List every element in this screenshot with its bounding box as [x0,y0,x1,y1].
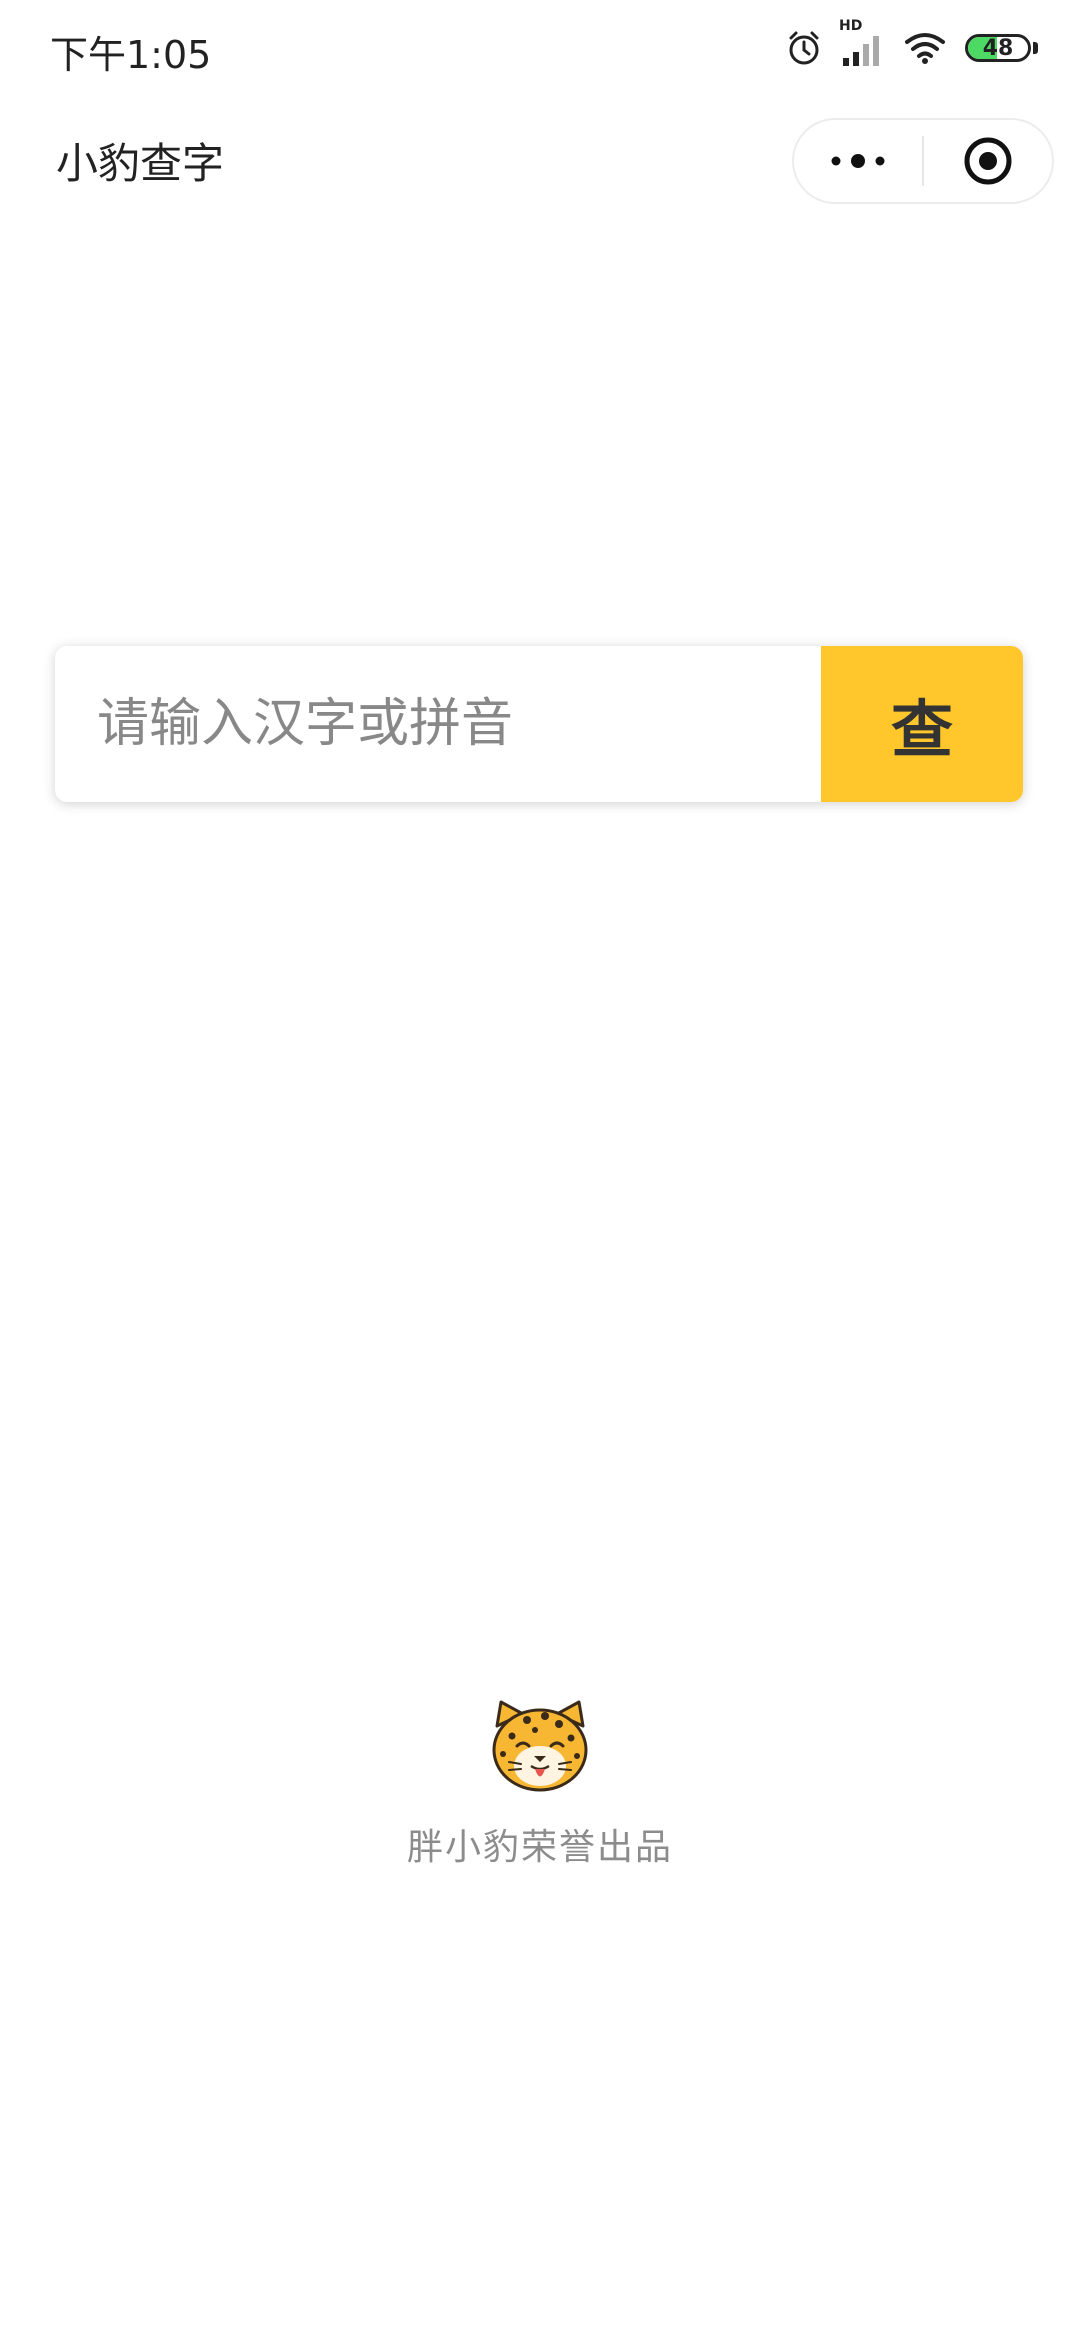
status-time: 下午1:05 [50,33,212,77]
status-icons: HD 48 [785,18,1038,68]
more-icon [830,151,886,171]
status-bar: 下午1:05 HD 48 [0,0,1080,100]
battery-text: 48 [982,36,1014,61]
screen: 下午1:05 HD 48 小豹查字 请输入汉字或拼音 查 胖小豹荣誉出品 [0,0,1080,2340]
battery-icon: 48 [965,34,1038,62]
battery-body: 48 [965,34,1031,62]
close-miniprogram-button[interactable] [924,120,1052,202]
miniprogram-capsule [792,118,1054,204]
wifi-icon [903,30,947,66]
network-type-label: HD [839,18,863,34]
search-button[interactable]: 查 [821,646,1023,802]
signal-icon: HD [839,18,885,68]
more-button[interactable] [794,120,922,202]
nav-bar: 小豹查字 [0,100,1080,220]
search-box: 查 [55,646,1023,802]
footer-credit: 胖小豹荣誉出品 [406,1827,673,1868]
close-miniprogram-icon [963,136,1013,186]
alarm-icon [785,29,823,67]
page-title: 小豹查字 [56,139,225,188]
battery-tip [1033,42,1038,54]
leopard-mascot-icon [487,1696,593,1796]
search-input[interactable] [55,646,821,802]
